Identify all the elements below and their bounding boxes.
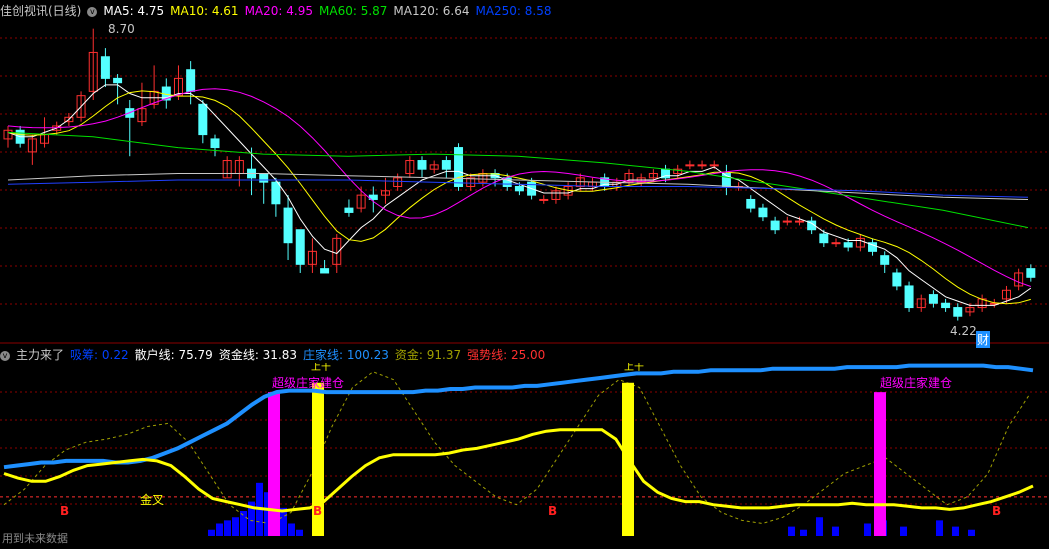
xichou-bar-1 [216,523,223,536]
candle-body-22 [271,181,281,205]
sub-legend-item-1: 散户线: 75.79 [134,348,213,362]
low-price-label: 4.22 [950,324,977,338]
annotation-b-2: B [313,504,323,518]
candle-body-34 [417,160,427,170]
candle-body-8 [100,56,110,79]
high-price-label: 8.70 [108,22,135,36]
xichou-bar-14 [816,517,823,536]
chevron-down-icon[interactable]: v [87,6,98,17]
sub-legend-item-0: 吸筹: 0.22 [70,348,129,362]
ma-legend-item-4: MA120: 6.64 [393,4,470,18]
candle-body-69 [843,242,853,248]
ma-legend-item-5: MA250: 8.58 [475,4,552,18]
annotation-super-build-1: 超级庄家建仓 [272,376,345,390]
xichou-bar-2 [224,520,231,536]
annotation-b-4: B [992,504,1002,518]
xichou-bar-12 [788,526,795,536]
ma5-line [7,84,1032,306]
candle-body-74 [904,285,914,309]
ma-legend-item-0: MA5: 4.75 [103,4,165,18]
chart-canvas[interactable] [0,0,1049,546]
xichou-bar-21 [968,529,975,536]
candle-body-63 [770,220,780,231]
ma10-line [7,90,1031,305]
ma-legend: MA5: 4.75 MA10: 4.61 MA20: 4.95 MA60: 5.87 M… [103,4,557,18]
ma-legend-item-2: MA20: 4.95 [244,4,313,18]
candle-body-68 [831,242,841,245]
signal-column-0 [268,392,280,536]
xichou-bar-11 [296,529,303,536]
chart-stage[interactable] [0,0,1049,546]
candle-body-24 [295,229,305,265]
sub-panel-header: v 主力来了 吸筹: 0.22 散户线: 75.79 资金线: 31.83 庄家线: 10… [0,346,557,364]
annotation-golden-cross: 金叉 [140,493,165,507]
candle-body-15 [186,69,196,92]
sub-legend-item-3: 庄家线: 100.23 [303,348,389,362]
xichou-bar-13 [800,529,807,536]
candle-body-76 [928,294,938,304]
signal-column-3 [874,392,886,536]
candle-body-17 [210,138,220,149]
candle-body-72 [880,255,890,265]
candle-body-28 [344,207,354,213]
candle-body-78 [953,307,963,317]
candle-body-42 [514,185,524,192]
sub-legend-item-2: 资金线: 31.83 [218,348,298,362]
annotation-b-1: B [60,504,70,518]
xichou-bar-10 [288,523,295,536]
candle-body-16 [198,103,208,136]
candle-body-62 [758,207,768,218]
xichou-bar-0 [208,529,215,536]
candle-body-84 [1026,268,1036,278]
annotation-b-3: B [548,504,558,518]
sub-title: 主力来了 [16,348,65,362]
annotation-super-build-2: 超级庄家建仓 [880,376,953,390]
ma-legend-item-1: MA10: 4.61 [170,4,239,18]
main-title: 佳创视讯(日线) [0,4,82,18]
candle-body-57 [697,164,707,167]
finance-badge[interactable]: 财 [976,331,991,348]
candle-body-61 [746,198,756,209]
main-panel-header: 佳创视讯(日线) v MA5: 4.75 MA10: 4.61 MA20: 4.95 MA… [0,2,564,20]
xichou-bar-3 [232,517,239,536]
candle-body-73 [892,272,902,287]
xichou-bar-4 [240,510,247,536]
sub-legend: 吸筹: 0.22 散户线: 75.79 资金线: 31.83 庄家线: 100.23 资… [70,348,551,362]
sub-legend-item-5: 强势线: 25.00 [467,348,546,362]
candle-body-26 [320,268,330,274]
xichou-bar-18 [900,526,907,536]
candle-body-9 [113,77,123,84]
candle-body-67 [819,233,829,244]
annotation-top-2: 上干 [624,363,644,371]
xichou-bar-19 [936,520,943,536]
candle-body-23 [283,207,293,244]
candle-body-21 [259,173,269,183]
xichou-bar-20 [952,526,959,536]
xichou-bar-15 [832,526,839,536]
annotation-top-1: 上干 [311,363,331,371]
candle-body-58 [709,164,719,167]
candle-body-44 [539,198,549,201]
candle-body-36 [441,160,451,170]
xichou-bar-16 [864,523,871,536]
ma-legend-item-3: MA60: 5.87 [319,4,388,18]
candle-body-64 [782,220,792,223]
chevron-down-icon[interactable]: v [0,350,10,361]
candle-body-56 [685,164,695,167]
sub-legend-item-4: 资金: 91.37 [394,348,462,362]
candle-body-77 [941,302,951,309]
footer-note: 用到未来数据 [2,532,68,545]
candle-body-37 [454,147,464,187]
candle-body-65 [794,220,804,223]
